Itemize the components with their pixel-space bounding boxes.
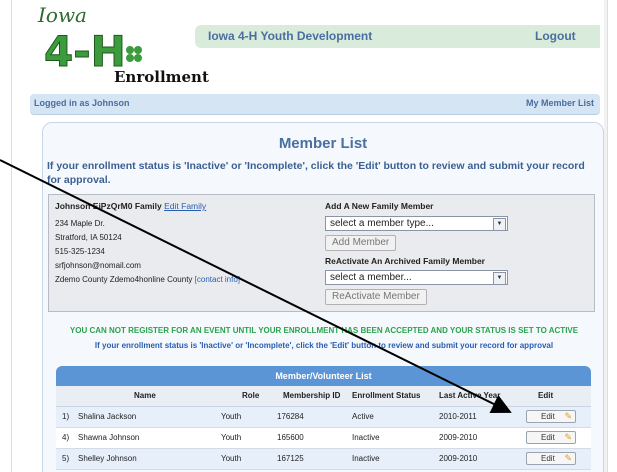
- enrollment-status: Active: [352, 412, 374, 421]
- pencil-icon: ✎: [564, 411, 572, 421]
- logged-in-label: Logged in as Johnson: [34, 98, 130, 108]
- archived-member-select-value: select a member...: [330, 272, 412, 283]
- instruction-text: If your enrollment status is 'Inactive' …: [47, 160, 585, 186]
- member-id: 176284: [277, 412, 304, 421]
- family-name: Johnson EiPzQrM0 Family Edit Family: [55, 201, 206, 211]
- member-table: Member/Volunteer List Name Role Membersh…: [56, 366, 591, 470]
- edit-label: Edit: [541, 412, 555, 421]
- frame-shadow: [604, 0, 607, 472]
- logout-link[interactable]: Logout: [535, 29, 576, 43]
- archived-member-select[interactable]: select a member... ▼: [325, 270, 508, 285]
- clover-icon: [126, 46, 142, 62]
- row-number: 1): [62, 412, 70, 421]
- logo-state-word: Iowa: [37, 3, 87, 27]
- member-name: Shalina Jackson: [78, 412, 137, 421]
- page-frame: Iowa 4-H Enrollment Iowa 4-H Youth Devel…: [11, 0, 608, 472]
- chevron-down-icon: ▼: [493, 218, 506, 231]
- add-member-button[interactable]: Add Member: [325, 235, 397, 251]
- member-role: Youth: [221, 433, 242, 442]
- enrollment-logo: Iowa 4-H Enrollment: [30, 2, 220, 86]
- col-role: Role: [242, 391, 260, 400]
- family-info-box: Johnson EiPzQrM0 Family Edit Family 234 …: [48, 194, 595, 312]
- table-row: 5) Shelley Johnson Youth 167125 Inactive…: [56, 449, 591, 470]
- family-name-text: Johnson EiPzQrM0 Family: [55, 201, 162, 211]
- event-warning: YOU CAN NOT REGISTER FOR AN EVENT UNTIL …: [69, 326, 579, 335]
- family-county-text: Zdemo County Zdemo4honline County: [55, 275, 193, 284]
- member-name: Shawna Johnson: [78, 433, 140, 442]
- row-number: 5): [62, 454, 70, 463]
- enrollment-status: Inactive: [352, 433, 380, 442]
- reactivate-member-button[interactable]: ReActivate Member: [325, 289, 427, 305]
- enrollment-status: Inactive: [352, 454, 380, 463]
- pencil-icon: ✎: [564, 453, 572, 463]
- status-reminder: If your enrollment status is 'Inactive' …: [94, 341, 554, 350]
- table-row: 4) Shawna Johnson Youth 165600 Inactive …: [56, 428, 591, 449]
- member-role: Youth: [221, 412, 242, 421]
- site-title: Iowa 4-H Youth Development: [208, 29, 373, 43]
- row-number: 4): [62, 433, 70, 442]
- last-active-year: 2009-2010: [439, 454, 478, 463]
- col-enrollment-status: Enrollment Status: [352, 391, 421, 400]
- family-address-line1: 234 Maple Dr.: [55, 219, 105, 228]
- member-name: Shelley Johnson: [78, 454, 137, 463]
- contact-info-link[interactable]: [contact info]: [195, 275, 240, 284]
- col-membership-id: Membership ID: [283, 391, 341, 400]
- add-member-title: Add A New Family Member: [325, 201, 434, 211]
- chevron-down-icon: ▼: [493, 272, 506, 285]
- table-title: Member/Volunteer List: [56, 366, 591, 386]
- last-active-year: 2010-2011: [439, 412, 477, 421]
- edit-member-button[interactable]: Edit ✎: [526, 431, 576, 444]
- table-row: 1) Shalina Jackson Youth 176284 Active 2…: [56, 407, 591, 428]
- logo-word: Enrollment: [114, 68, 209, 86]
- member-type-select[interactable]: select a member type... ▼: [325, 216, 508, 231]
- family-email: srfjohnson@nomail.com: [55, 261, 141, 270]
- last-active-year: 2009-2010: [439, 433, 478, 442]
- pencil-icon: ✎: [564, 432, 572, 442]
- edit-family-link[interactable]: Edit Family: [164, 201, 206, 211]
- reactivate-title: ReActivate An Archived Family Member: [325, 256, 485, 266]
- edit-label: Edit: [541, 433, 555, 442]
- family-address-line2: Stratford, IA 50124: [55, 233, 122, 242]
- my-member-list-link[interactable]: My Member List: [526, 98, 594, 108]
- family-phone: 515-325-1234: [55, 247, 105, 256]
- edit-member-button[interactable]: Edit ✎: [526, 410, 576, 423]
- user-bar: Logged in as Johnson My Member List: [30, 94, 600, 115]
- col-last-active-year: Last Active Year: [439, 391, 501, 400]
- member-list-panel: Member List If your enrollment status is…: [42, 122, 604, 472]
- edit-member-button[interactable]: Edit ✎: [526, 452, 576, 465]
- family-county: Zdemo County Zdemo4honline County [conta…: [55, 275, 240, 284]
- table-header-row: Name Role Membership ID Enrollment Statu…: [56, 386, 591, 407]
- col-name: Name: [134, 391, 156, 400]
- member-type-select-value: select a member type...: [330, 218, 434, 229]
- member-role: Youth: [221, 454, 242, 463]
- edit-label: Edit: [541, 454, 555, 463]
- col-edit: Edit: [538, 391, 554, 400]
- page-title: Member List: [278, 135, 368, 152]
- member-id: 165600: [277, 433, 304, 442]
- member-id: 167125: [277, 454, 304, 463]
